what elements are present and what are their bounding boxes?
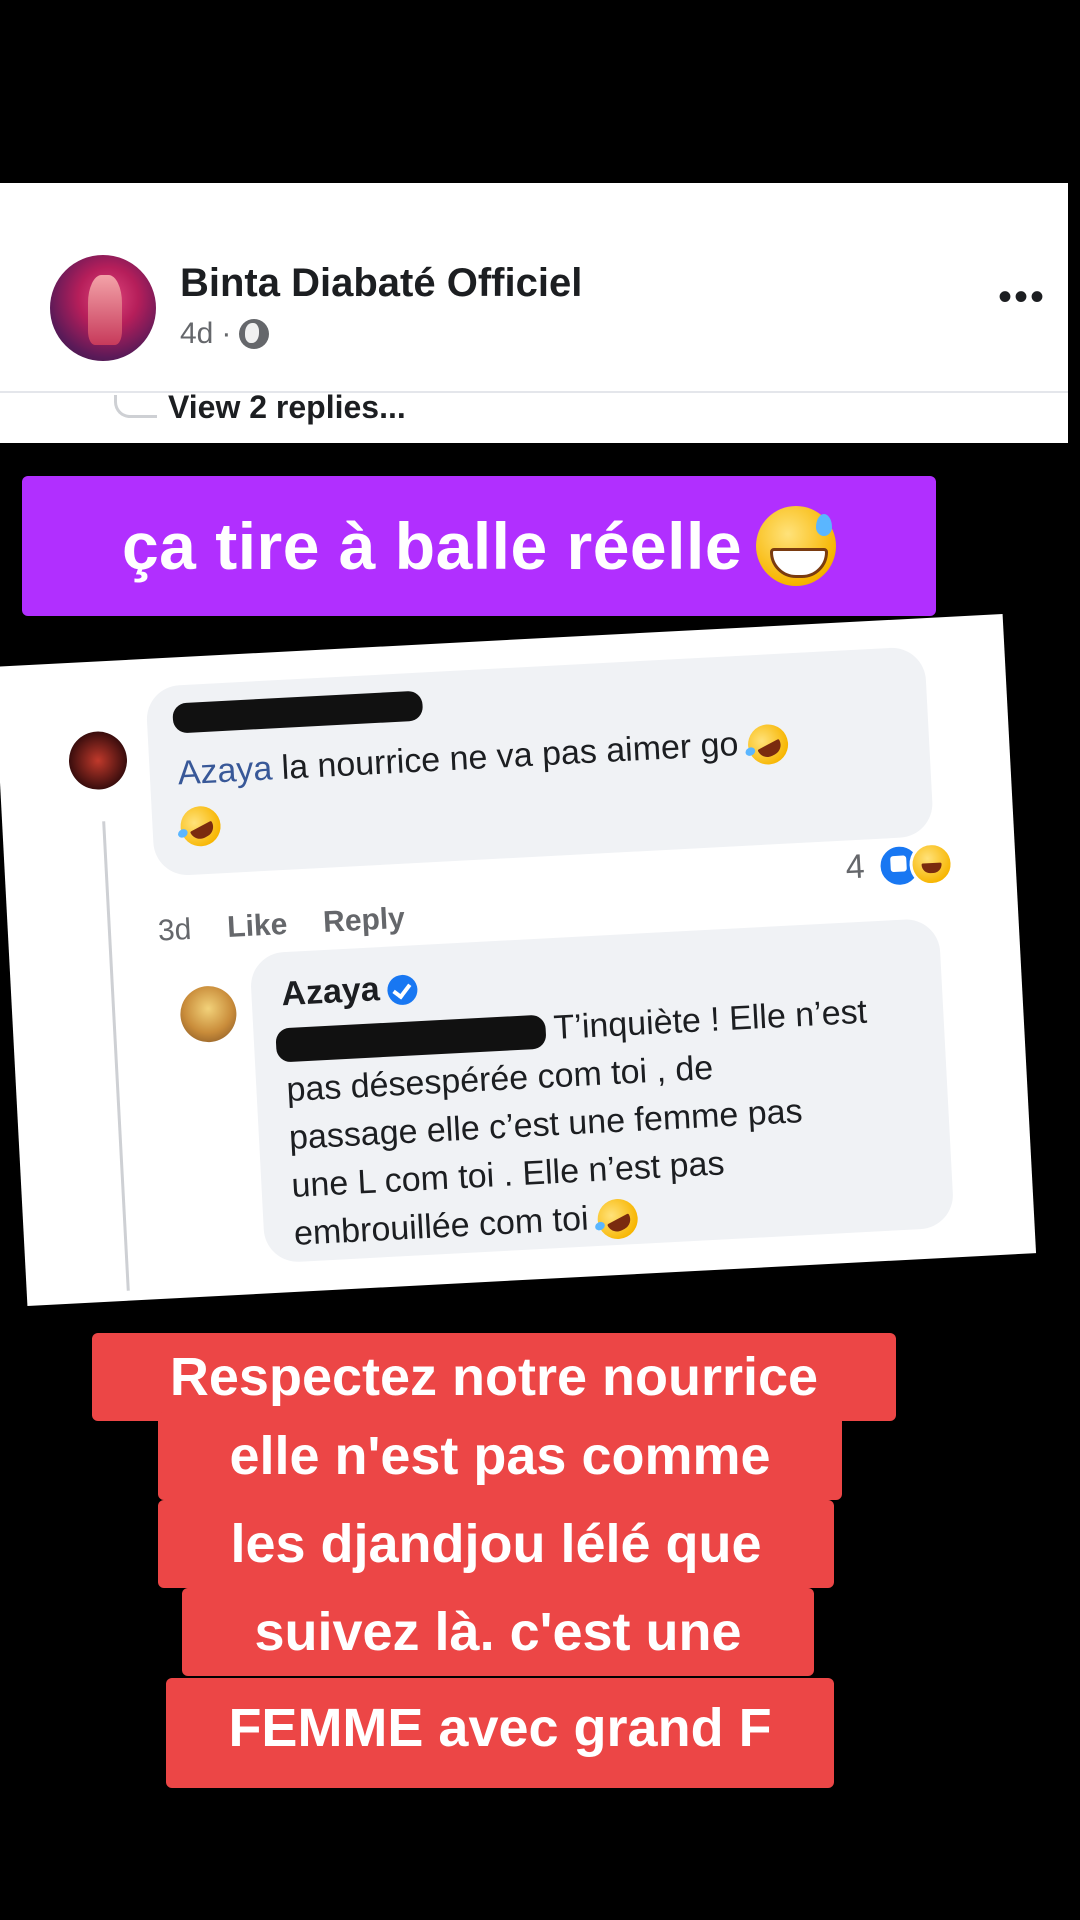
purple-banner: ça tire à balle réelle [22, 476, 936, 616]
reply-author-name[interactable]: Azaya [280, 970, 380, 1013]
more-options-icon[interactable]: ••• [998, 277, 1046, 317]
reply-author-avatar[interactable] [178, 984, 238, 1044]
post-time[interactable]: 4d [180, 317, 213, 351]
like-button[interactable]: Like [226, 908, 288, 945]
thread-line [102, 821, 130, 1291]
meta-separator: · [221, 317, 232, 350]
rofl-emoji-icon [173, 799, 228, 854]
commenter-avatar[interactable] [67, 730, 129, 792]
comment-actions: 3d Like Reply [157, 902, 406, 949]
reaction-count[interactable]: 4 [845, 848, 866, 888]
comment-time[interactable]: 3d [157, 913, 192, 949]
rofl-emoji-icon [590, 1191, 645, 1247]
banner-text: ça tire à balle réelle [121, 509, 743, 583]
verified-badge-icon [386, 974, 419, 1006]
grinning-sweat-emoji-icon [756, 506, 837, 586]
caption-line-1: Respectez notre nourrice [92, 1333, 896, 1421]
mention-link[interactable]: Azaya [177, 749, 273, 792]
caption-line-5: FEMME avec grand F [166, 1678, 834, 1788]
thread-connector [114, 395, 157, 418]
comment-emoji-line [173, 799, 228, 854]
reply-author[interactable]: Azaya [280, 963, 419, 1018]
post-author-name[interactable]: Binta Diabaté Officiel [180, 261, 582, 306]
comments-screenshot: Azaya la nourrice ne va pas aimer go 4 3… [0, 614, 1037, 1306]
divider [0, 391, 1068, 393]
post-header-card: Binta Diabaté Officiel 4d · ••• View 2 r… [0, 183, 1068, 443]
caption-line-4: suivez là. c'est une [182, 1588, 814, 1676]
globe-icon [239, 319, 270, 349]
rofl-emoji-icon [740, 717, 795, 772]
author-avatar[interactable] [50, 255, 156, 361]
view-replies-link[interactable]: View 2 replies... [168, 389, 406, 426]
caption-line-2: elle n'est pas comme [158, 1412, 842, 1500]
post-meta: 4d · [180, 317, 270, 351]
reply-button[interactable]: Reply [322, 902, 405, 940]
caption-line-3: les djandjou lélé que [158, 1500, 834, 1588]
